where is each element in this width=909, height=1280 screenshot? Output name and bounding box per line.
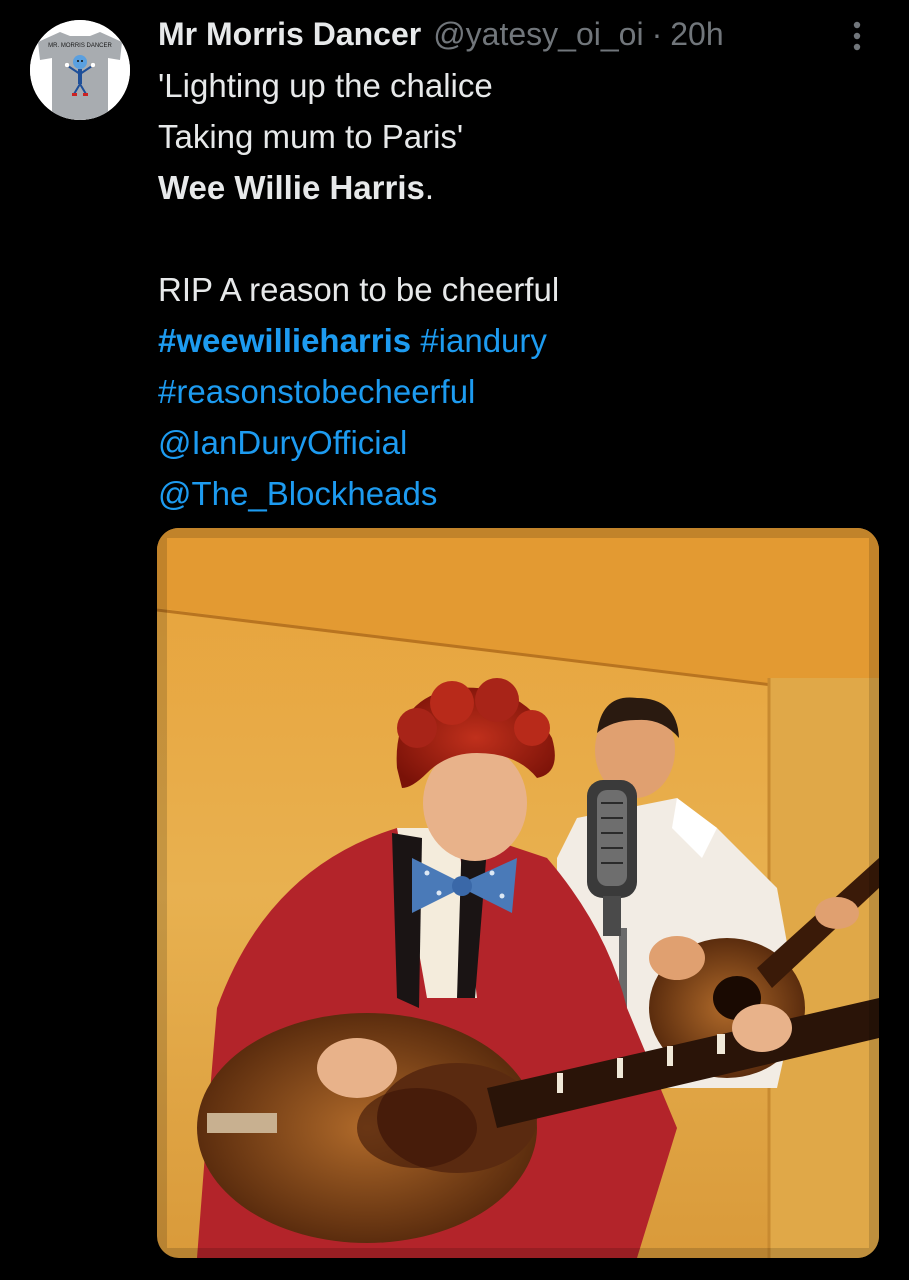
tweet-line-3: Wee Willie Harris. [158, 162, 878, 213]
tweet-line-2: Taking mum to Paris' [158, 118, 464, 155]
mention-line-1: @IanDuryOfficial [158, 417, 878, 468]
user-handle[interactable]: @yatesy_oi_oi [433, 12, 643, 56]
timestamp[interactable]: 20h [670, 12, 723, 56]
hashtag-reasonstobecheerful[interactable]: #reasonstobecheerful [158, 373, 475, 410]
avatar-caption: MR. MORRIS DANCER [48, 43, 112, 49]
avatar-image: MR. MORRIS DANCER [30, 20, 130, 120]
tweet[interactable]: MR. MORRIS DANCER Mr Morris Dancer @yate… [0, 0, 909, 1280]
more-options-button[interactable] [842, 16, 872, 56]
hashtag-weewillieharris[interactable]: #weewillieharris [158, 322, 411, 359]
mention-line-2: @The_Blockheads [158, 468, 878, 519]
tweet-photo[interactable] [157, 528, 879, 1258]
mention-the-blockheads[interactable]: @The_Blockheads [158, 475, 437, 512]
mention-ianduryofficial[interactable]: @IanDuryOfficial [158, 424, 407, 461]
tweet-header: Mr Morris Dancer @yatesy_oi_oi · 20h [158, 12, 724, 56]
tweet-text: 'Lighting up the chalice Taking mum to P… [158, 60, 878, 519]
period: . [424, 169, 435, 206]
avatar[interactable]: MR. MORRIS DANCER [30, 20, 130, 120]
photo-image [157, 528, 879, 1258]
hashtag-line: #weewillieharris #iandury [158, 315, 878, 366]
bold-name: Wee Willie Harris [158, 169, 425, 206]
tweet-line-1: 'Lighting up the chalice [158, 67, 493, 104]
display-name[interactable]: Mr Morris Dancer [158, 12, 421, 56]
separator-dot: · [651, 16, 663, 52]
tweet-line-4: RIP A reason to be cheerful [158, 271, 560, 308]
hashtag-iandury[interactable]: #iandury [420, 322, 547, 359]
hashtag-line-2: #reasonstobecheerful [158, 366, 878, 417]
more-vertical-icon [853, 21, 861, 51]
